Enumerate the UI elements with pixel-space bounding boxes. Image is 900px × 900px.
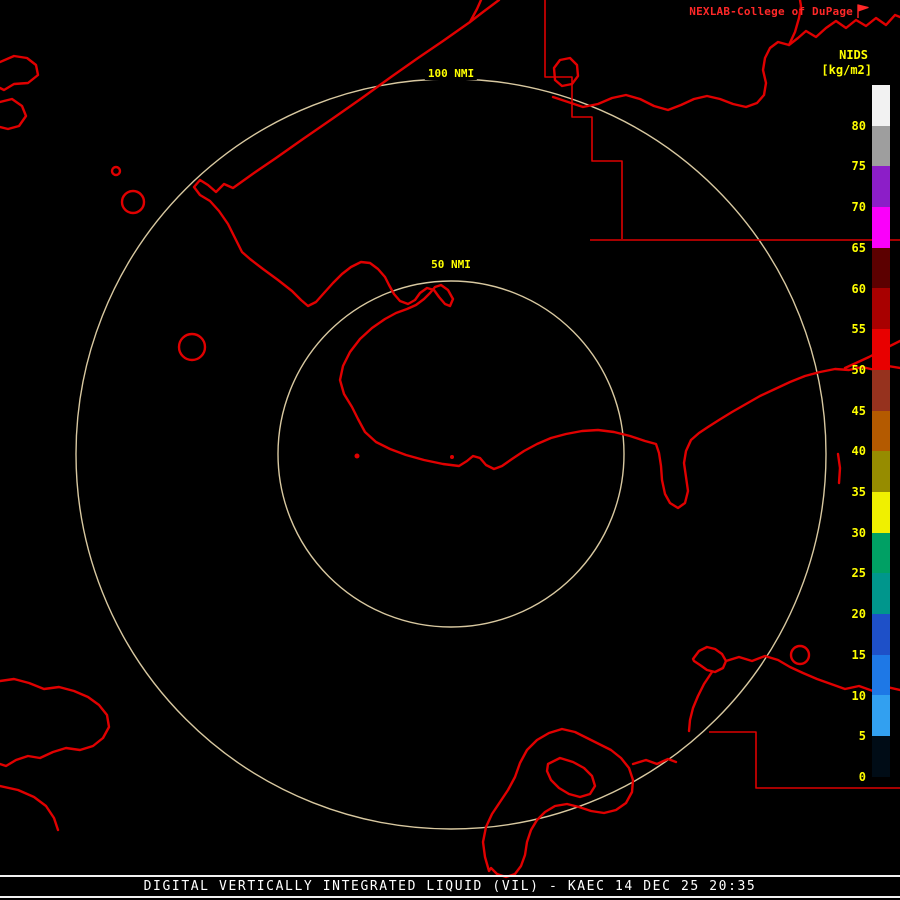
coastline-southwest-lower (0, 784, 60, 832)
range-ring-label-50nmi: 50 NMI (428, 258, 474, 271)
colorbar-segment-5-10 (872, 695, 890, 736)
colorbar-segment-60-65 (872, 247, 890, 289)
range-ring-label-100nmi: 100 NMI (424, 67, 478, 80)
island-topleft-1 (0, 54, 40, 92)
islet-dot (354, 453, 360, 459)
lake-southeast-loop (691, 645, 728, 674)
colorbar-segment-15-20 (872, 613, 890, 655)
colorbar-segments (872, 85, 890, 777)
lake-northeast (552, 56, 580, 88)
footer-divider-bottom (0, 896, 900, 898)
nexlab-logo-icon (857, 4, 869, 18)
colorbar-segment-0-5 (872, 736, 890, 777)
colorbar-segment-35-40 (872, 451, 890, 492)
colorbar-segment-65-70 (872, 207, 890, 248)
river-east-short (836, 452, 842, 485)
colorbar-segment-20-25 (872, 573, 890, 614)
colorbar-segment-25-30 (872, 532, 890, 574)
island-ring-southeast (789, 644, 811, 666)
scale-units-label: [kg/m2] (821, 63, 872, 77)
colorbar-segment-above-80 (872, 85, 890, 126)
colorbar-segment-55-60 (872, 288, 890, 330)
scale-name-label: NIDS (839, 48, 868, 62)
colorbar-segment-50-55 (872, 329, 890, 370)
radar-site-dot (450, 455, 454, 459)
page-title: NEXLAB-College of DuPage (689, 5, 853, 18)
range-ring-50nmi (277, 280, 625, 628)
colorbar-segment-75-80 (872, 125, 890, 167)
footer-product-text: DIGITAL VERTICALLY INTEGRATED LIQUID (VI… (143, 879, 757, 894)
colorbar-segment-10-15 (872, 654, 890, 696)
range-ring-100nmi (75, 78, 827, 830)
colorbar-segment-70-75 (872, 166, 890, 208)
colorbar-segment-40-45 (872, 410, 890, 452)
island-south-lagoon (545, 756, 597, 799)
colorbar-segment-45-50 (872, 369, 890, 411)
colorbar-segment-30-35 (872, 491, 890, 533)
peninsula-southwest (0, 677, 111, 768)
range-rings (75, 78, 827, 830)
boundary-lines (544, 0, 900, 789)
island-ring-west (120, 189, 146, 215)
island-south-outline (481, 727, 635, 879)
island-topleft-2 (0, 97, 28, 131)
boundary-stairstep-north (544, 0, 623, 239)
island-ring-west-small (110, 165, 122, 177)
coastlines (0, 0, 900, 879)
river-southeast-connector (687, 670, 714, 733)
radar-map (0, 0, 900, 879)
island-ring-midwest (177, 332, 207, 362)
island-south-spur (631, 757, 678, 766)
footer-divider-top (0, 875, 900, 877)
radar-display: 100 NMI 50 NMI NEXLAB-College of DuPage … (0, 0, 900, 900)
